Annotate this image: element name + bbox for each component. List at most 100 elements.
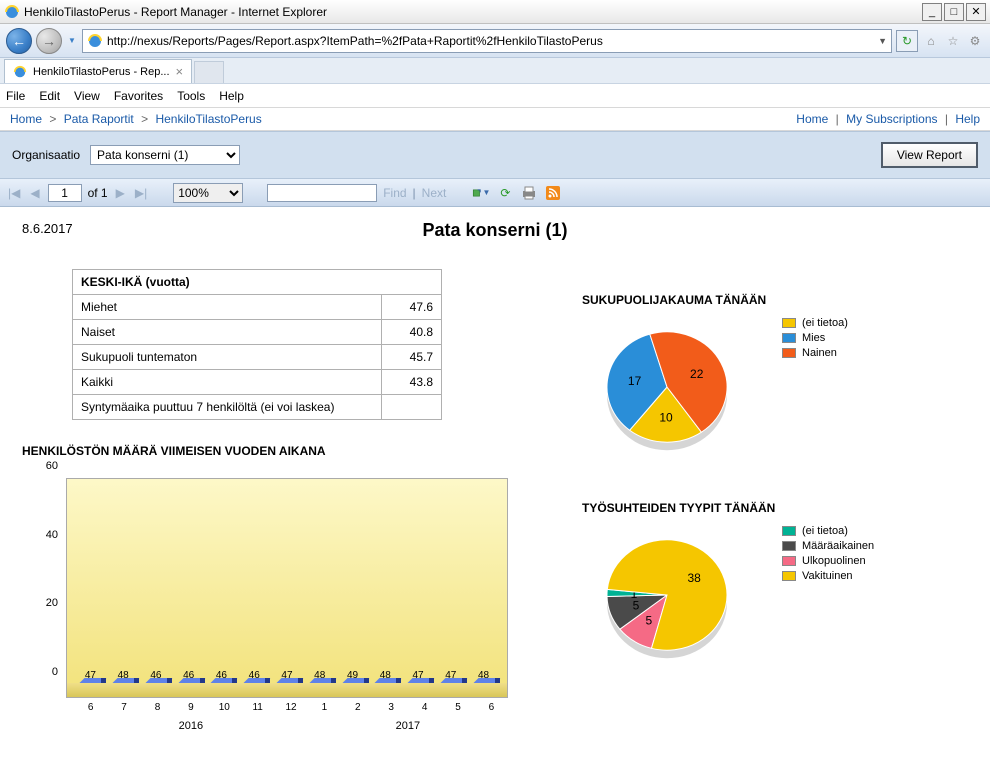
legend-label: Ulkopuolinen	[802, 555, 866, 567]
table-row: Syntymäaika puuttuu 7 henkilöltä (ei voi…	[73, 395, 442, 420]
nav-sep: |	[945, 112, 948, 126]
forward-button[interactable]: →	[36, 28, 62, 54]
menu-view[interactable]: View	[74, 89, 100, 103]
tab-active[interactable]: HenkiloTilastoPerus - Rep... ×	[4, 59, 192, 83]
tab-close-icon[interactable]: ×	[176, 64, 184, 79]
menu-favorites[interactable]: Favorites	[114, 89, 163, 103]
last-page-button[interactable]: ▶|	[133, 186, 149, 200]
nav-help-link[interactable]: Help	[955, 112, 980, 126]
new-tab-button[interactable]	[194, 61, 224, 83]
x-tick-label: 8	[141, 702, 174, 713]
ie-icon	[4, 4, 20, 20]
menu-edit[interactable]: Edit	[39, 89, 60, 103]
bar-slot: 46	[239, 670, 270, 683]
report-title: Pata konserni (1)	[22, 220, 968, 241]
table-row: Naiset40.8	[73, 320, 442, 345]
browser-menubar: File Edit View Favorites Tools Help	[0, 84, 990, 108]
breadcrumb-sep: >	[141, 112, 148, 126]
address-bar[interactable]: ▼	[82, 29, 892, 53]
bar-slot: 48	[108, 670, 139, 683]
param-organisaatio-select[interactable]: Pata konserni (1)	[90, 145, 240, 165]
legend-swatch	[782, 541, 796, 551]
refresh-icon[interactable]: ⟳	[496, 184, 514, 202]
bar-slot: 47	[75, 670, 106, 683]
url-dropdown-icon[interactable]: ▼	[878, 36, 887, 46]
legend-swatch	[782, 556, 796, 566]
menu-file[interactable]: File	[6, 89, 25, 103]
y-tick-label: 60	[46, 460, 58, 472]
pie-slice-label: 10	[659, 410, 673, 424]
browser-tabs: HenkiloTilastoPerus - Rep... ×	[0, 58, 990, 84]
x-tick-label: 7	[107, 702, 140, 713]
avg-age-header: KESKI-IKÄ (vuotta)	[73, 270, 442, 295]
bar-slot: 49	[337, 670, 368, 683]
menu-help[interactable]: Help	[219, 89, 244, 103]
report-parameters: Organisaatio Pata konserni (1) View Repo…	[0, 131, 990, 179]
tab-favicon-icon	[13, 65, 27, 79]
nav-subscriptions-link[interactable]: My Subscriptions	[846, 112, 937, 126]
export-icon[interactable]: ▼	[472, 184, 490, 202]
find-next-link[interactable]: Next	[422, 186, 447, 200]
pie-slice-label: 38	[687, 571, 701, 585]
x-tick-label: 6	[475, 702, 508, 713]
staff-bar-chart: 0204060 47 48 46 46 46	[28, 468, 508, 728]
x-tick-label: 10	[208, 702, 241, 713]
breadcrumb-pata[interactable]: Pata Raportit	[64, 112, 134, 126]
report-toolbar: |◀ ◀ of 1 ▶ ▶| 100% Find | Next ▼ ⟳	[0, 179, 990, 207]
first-page-button[interactable]: |◀	[6, 186, 22, 200]
staff-count-title: HENKILÖSTÖN MÄÄRÄ VIIMEISEN VUODEN AIKAN…	[22, 444, 522, 458]
nav-home-link[interactable]: Home	[796, 112, 828, 126]
y-tick-label: 0	[52, 666, 58, 678]
prev-page-button[interactable]: ◀	[28, 186, 41, 200]
breadcrumb-current[interactable]: HenkiloTilastoPerus	[155, 112, 261, 126]
next-page-button[interactable]: ▶	[114, 186, 127, 200]
legend-label: Nainen	[802, 347, 837, 359]
favorites-icon[interactable]: ☆	[944, 32, 962, 50]
report-body: 8.6.2017 Pata konserni (1) KESKI-IKÄ (vu…	[0, 207, 990, 748]
menu-tools[interactable]: Tools	[177, 89, 205, 103]
x-tick-label: 3	[375, 702, 408, 713]
close-button[interactable]: ✕	[966, 3, 986, 21]
page-input[interactable]	[48, 184, 82, 202]
contract-pie-title: TYÖSUHTEIDEN TYYPIT TÄNÄÄN	[582, 501, 942, 515]
legend-swatch	[782, 526, 796, 536]
print-icon[interactable]	[520, 184, 538, 202]
legend-item: (ei tietoa)	[782, 317, 848, 329]
breadcrumb-home[interactable]: Home	[10, 112, 42, 126]
back-button[interactable]: ←	[6, 28, 32, 54]
home-icon[interactable]: ⌂	[922, 32, 940, 50]
x-tick-label: 4	[408, 702, 441, 713]
legend-label: (ei tietoa)	[802, 317, 848, 329]
refresh-button[interactable]: ↻	[896, 30, 918, 52]
table-row: Sukupuoli tuntematon45.7	[73, 345, 442, 370]
legend-label: Vakituinen	[802, 570, 853, 582]
find-input[interactable]	[267, 184, 377, 202]
maximize-button[interactable]: □	[944, 3, 964, 21]
nav-history-dropdown[interactable]: ▼	[66, 29, 78, 53]
x-tick-label: 6	[74, 702, 107, 713]
legend-item: Määräaikainen	[782, 540, 874, 552]
contract-pie-chart: 55138	[582, 525, 752, 675]
legend-item: Mies	[782, 332, 848, 344]
datafeed-icon[interactable]	[544, 184, 562, 202]
legend-swatch	[782, 571, 796, 581]
url-input[interactable]	[107, 34, 878, 48]
find-link[interactable]: Find	[383, 186, 406, 200]
window-title: HenkiloTilastoPerus - Report Manager - I…	[24, 5, 922, 19]
y-tick-label: 40	[46, 529, 58, 541]
view-report-button[interactable]: View Report	[881, 142, 978, 168]
zoom-select[interactable]: 100%	[173, 183, 243, 203]
bar-slot: 47	[435, 670, 466, 683]
legend-swatch	[782, 318, 796, 328]
bar-slot: 46	[173, 670, 204, 683]
breadcrumb-sep: >	[49, 112, 56, 126]
page-favicon-icon	[87, 33, 103, 49]
minimize-button[interactable]: _	[922, 3, 942, 21]
bar-slot: 47	[272, 670, 303, 683]
legend-label: (ei tietoa)	[802, 525, 848, 537]
contract-pie-legend: (ei tietoa) Määräaikainen Ulkopuolinen Vaki…	[782, 525, 874, 585]
pie-slice-label: 22	[690, 367, 704, 381]
pie-slice-label: 5	[646, 613, 653, 627]
legend-item: Nainen	[782, 347, 848, 359]
settings-icon[interactable]: ⚙	[966, 32, 984, 50]
